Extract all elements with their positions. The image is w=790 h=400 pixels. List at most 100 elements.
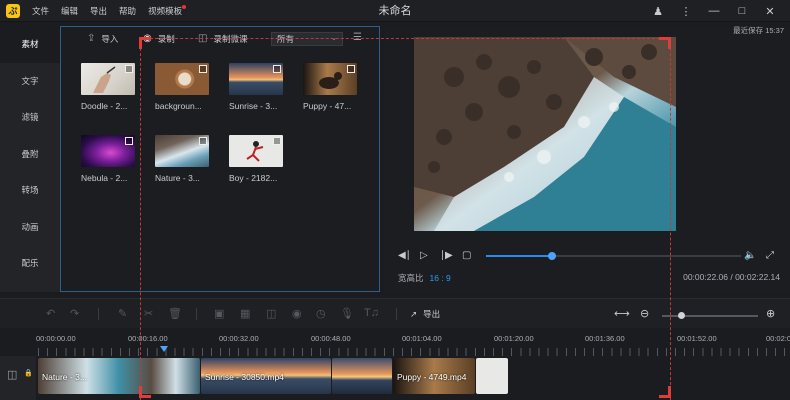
media-thumb-nature[interactable]	[155, 135, 209, 167]
media-thumb-nebula[interactable]	[81, 135, 135, 167]
ruler-time-label: 00:02:08.00	[766, 334, 790, 343]
ruler-time-label: 00:01:36.00	[585, 334, 625, 343]
guide-corner-bottom-left	[139, 386, 151, 398]
next-frame-icon[interactable]: ∣▶	[440, 248, 453, 264]
ruler-ticks	[38, 348, 790, 356]
speed-icon[interactable]: ◷	[316, 307, 326, 320]
library-toolbar: ⇪ 导入 ◉ 录制 ◫ 录制微课 所有 ⌄ ☰	[61, 27, 379, 51]
ruler-time-label: 00:00:16.00	[128, 334, 168, 343]
fit-timeline-icon[interactable]: ⟷	[614, 307, 630, 320]
clip-label: Puppy - 4749.mp4	[397, 372, 467, 382]
menu-edit[interactable]: 编辑	[61, 0, 78, 22]
media-filter-select[interactable]: 所有 ⌄	[271, 32, 343, 46]
media-thumb-background[interactable]	[155, 63, 209, 95]
title-bar: ぷ 文件 编辑 导出 帮助 视频模板 未命名 ♟ ⋮ — □ ✕	[0, 0, 790, 22]
media-label: Doodle - 2...	[81, 101, 128, 111]
tab-music[interactable]: 配乐	[0, 245, 60, 282]
video-track-header: ◫ 🔒	[0, 356, 36, 400]
lock-icon[interactable]: 🔒	[24, 369, 33, 377]
window-controls: ♟ ⋮ — □ ✕	[644, 0, 784, 22]
timeline-tracks: ◫ 🔒 Nature - 3... Sunrise - 30850.mp4 Pu…	[0, 356, 790, 400]
redo-icon[interactable]: ↷	[70, 307, 79, 320]
zoom-out-icon[interactable]: ⊖	[640, 307, 649, 320]
toolbar-divider	[396, 308, 397, 320]
record-label: 录制	[157, 34, 175, 44]
freeze-frame-icon[interactable]: ▦	[240, 307, 250, 320]
tab-animations[interactable]: 动画	[0, 209, 60, 246]
seek-progress	[486, 255, 553, 257]
minimize-icon[interactable]: —	[700, 5, 728, 17]
media-thumb-boy[interactable]	[229, 135, 283, 167]
tab-transitions[interactable]: 转场	[0, 172, 60, 209]
fullscreen-icon[interactable]: ⤢	[766, 248, 774, 264]
guide-line-left	[140, 38, 141, 400]
tab-text[interactable]: 文字	[0, 63, 60, 100]
tab-filters[interactable]: 滤镜	[0, 99, 60, 136]
media-thumb-doodle[interactable]	[81, 63, 135, 95]
volume-icon[interactable]: 🔈	[744, 248, 756, 264]
seek-handle[interactable]	[548, 252, 557, 260]
microphone-icon[interactable]: 🎙	[340, 307, 354, 320]
guide-line-top	[140, 38, 670, 39]
prev-frame-icon[interactable]: ◀∣	[398, 248, 411, 264]
aspect-ratio-value: 16 : 9	[429, 273, 451, 283]
menu-video-templates[interactable]: 视频模板	[148, 0, 187, 22]
media-type-badge	[199, 137, 207, 145]
crop-icon[interactable]: ▣	[214, 307, 224, 320]
pencil-icon[interactable]: ✎	[118, 307, 127, 320]
ruler-time-label: 00:01:20.00	[494, 334, 534, 343]
timecode-display: 00:00:22.06 / 00:02:22.14	[683, 272, 780, 282]
playhead-marker[interactable]	[160, 346, 168, 352]
timeline-clip-sunrise[interactable]: Sunrise - 30850.mp4	[201, 358, 331, 394]
media-label: Nebula - 2...	[81, 173, 128, 183]
media-thumb-sunrise[interactable]	[229, 63, 283, 95]
split-icon[interactable]: ◫	[266, 307, 276, 320]
media-label: backgroun...	[155, 101, 202, 111]
video-preview[interactable]	[414, 37, 676, 231]
clip-label: Nature - 3...	[42, 372, 87, 382]
record-screen-button[interactable]: ◫ 录制微课	[198, 27, 247, 51]
category-tabs: 素材 文字 滤镜 叠附 转场 动画 配乐	[0, 26, 60, 292]
play-icon[interactable]: ▷	[420, 248, 428, 264]
export-button[interactable]: ↗ 导出	[410, 299, 440, 329]
trash-icon[interactable]: 🗑	[168, 307, 182, 320]
chevron-down-icon: ⌄	[331, 35, 337, 42]
settings-menu-icon[interactable]: ⋮	[672, 5, 700, 18]
media-type-badge	[273, 65, 281, 73]
media-library: ⇪ 导入 ◉ 录制 ◫ 录制微课 所有 ⌄ ☰ Doodle - 2... ba…	[60, 26, 380, 292]
guide-corner-top-right	[659, 37, 671, 49]
seek-bar[interactable]	[486, 252, 741, 260]
timeline-clip-nature[interactable]: Nature - 3...	[38, 358, 200, 394]
zoom-in-icon[interactable]: ⊕	[766, 307, 775, 320]
maximize-icon[interactable]: □	[728, 5, 756, 17]
close-icon[interactable]: ✕	[756, 5, 784, 18]
account-icon[interactable]: ♟	[644, 5, 672, 18]
zoom-handle[interactable]	[677, 312, 685, 319]
aspect-ratio[interactable]: 宽高比 16 : 9	[398, 272, 451, 284]
undo-icon[interactable]: ↶	[46, 307, 55, 320]
menu-bar: 文件 编辑 导出 帮助 视频模板	[32, 0, 194, 22]
export-icon: ↗	[410, 309, 418, 319]
record-screen-label: 录制微课	[213, 34, 248, 44]
timeline-ruler[interactable]: 00:00:00.00 00:00:16.00 00:00:32.00 00:0…	[0, 330, 790, 356]
timeline-clip-puppy[interactable]: Puppy - 4749.mp4	[393, 358, 475, 394]
screen-record-icon: ◫	[198, 33, 208, 44]
snapshot-icon[interactable]: ◉	[292, 307, 302, 320]
guide-corner-bottom-right	[659, 386, 671, 398]
import-button[interactable]: ⇪ 导入	[87, 27, 118, 51]
tab-overlays[interactable]: 叠附	[0, 136, 60, 173]
tab-media[interactable]: 素材	[0, 26, 60, 63]
zoom-slider[interactable]	[662, 312, 758, 319]
media-thumb-puppy[interactable]	[303, 63, 357, 95]
menu-help[interactable]: 帮助	[119, 0, 136, 22]
scissors-icon[interactable]: ✂	[144, 307, 153, 320]
stop-icon[interactable]: ▢	[462, 248, 471, 264]
playback-controls: ◀∣ ▷ ∣▶ ▢ 🔈 ⤢	[384, 248, 790, 264]
menu-file[interactable]: 文件	[32, 0, 49, 22]
menu-export[interactable]: 导出	[90, 0, 107, 22]
clip-label: Sunrise - 30850.mp4	[205, 372, 284, 382]
media-label: Boy - 2182...	[229, 173, 278, 183]
timeline-clip-sunrise-2[interactable]	[332, 358, 392, 394]
timeline-clip-boy[interactable]	[476, 358, 508, 394]
text-to-speech-icon[interactable]: T♫	[364, 307, 379, 319]
